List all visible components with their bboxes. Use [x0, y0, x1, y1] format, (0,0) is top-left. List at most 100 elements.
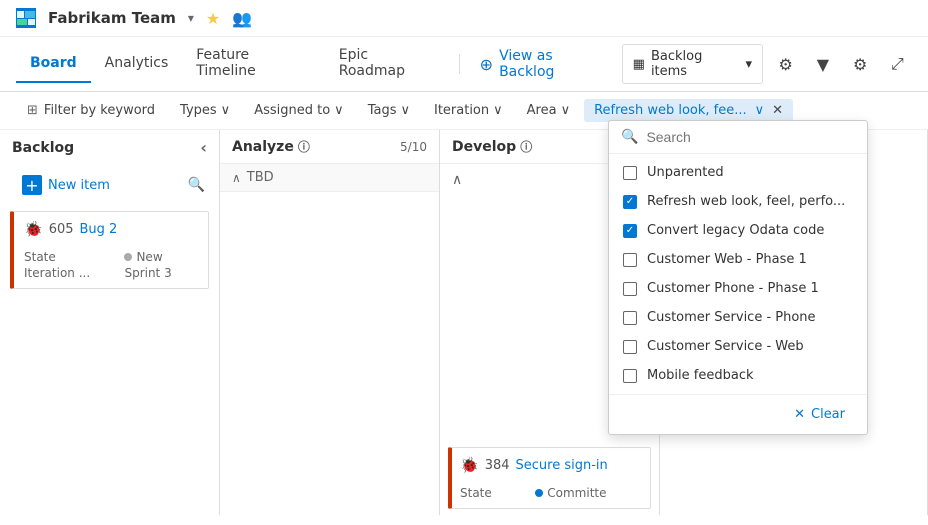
iteration-label: Iteration [434, 103, 489, 118]
tab-board[interactable]: Board [16, 45, 91, 83]
bug-icon-384: 🐞 [460, 456, 479, 474]
tbd-label: TBD [247, 170, 274, 185]
clear-icon: ✕ [794, 407, 805, 422]
item-384-meta: State Committe [460, 486, 642, 500]
item-605-id: 605 [49, 222, 74, 237]
develop-title: Develop [452, 139, 516, 155]
dropdown-item-label-5: Customer Service - Phone [647, 310, 816, 325]
dropdown-item[interactable]: Unparented [609, 158, 867, 187]
analyze-column-header: Analyze ⓘ 5/10 [220, 130, 439, 164]
state-label-605: State [24, 250, 116, 264]
checkbox-4[interactable] [623, 282, 637, 296]
area-caret-icon: ∨ [561, 103, 571, 118]
analyze-title: Analyze [232, 139, 294, 155]
checkbox-5[interactable] [623, 311, 637, 325]
active-filter-close-icon[interactable]: ✕ [772, 103, 783, 118]
checkbox-1[interactable]: ✓ [623, 195, 637, 209]
dropdown-item-label-3: Customer Web - Phase 1 [647, 252, 807, 267]
bug-icon-605: 🐞 [24, 220, 43, 238]
tags-filter[interactable]: Tags ∨ [358, 99, 420, 122]
tab-analytics[interactable]: Analytics [91, 45, 183, 83]
dropdown-footer: ✕ Clear [609, 394, 867, 434]
analyze-info-icon: ⓘ [298, 138, 310, 155]
types-filter[interactable]: Types ∨ [170, 99, 240, 122]
checkbox-0[interactable] [623, 166, 637, 180]
backlog-search-icon[interactable]: 🔍 [184, 173, 209, 197]
item-605-title[interactable]: Bug 2 [80, 222, 118, 237]
filter-icon[interactable]: ▼ [808, 49, 837, 79]
dropdown-item[interactable]: Customer Web - Phase 1 [609, 245, 867, 274]
backlog-items-label: Backlog items [651, 49, 740, 79]
dropdown-item[interactable]: ✓ Convert legacy Odata code [609, 216, 867, 245]
state-value-605: New [124, 250, 198, 264]
view-backlog-label: View as Backlog [499, 48, 610, 80]
iteration-value-605: Sprint 3 [124, 266, 198, 280]
dropdown-item-label-7: Mobile feedback [647, 368, 754, 383]
item-384-title[interactable]: Secure sign-in [516, 458, 608, 473]
filter-by-keyword[interactable]: ⊞ Filter by keyword [16, 98, 166, 123]
new-item-row: + New item 🔍 [0, 165, 219, 205]
item-384-wrapper: 🐞 384 Secure sign-in State Committe [440, 441, 659, 515]
settings-icon[interactable]: ⚙ [771, 49, 800, 79]
backlog-collapse-icon[interactable]: ‹ [200, 138, 207, 157]
dropdown-search-area: 🔍 [609, 121, 867, 154]
active-filter-caret-icon: ∨ [755, 103, 765, 118]
work-item-605[interactable]: 🐞 605 Bug 2 State New Iteration ... Spri… [10, 211, 209, 289]
dropdown-item[interactable]: Customer Service - Web [609, 332, 867, 361]
assigned-caret-icon: ∨ [334, 103, 344, 118]
new-item-button[interactable]: + New item [10, 169, 122, 201]
item-384-header: 🐞 384 Secure sign-in [460, 456, 642, 474]
checkbox-2[interactable]: ✓ [623, 224, 637, 238]
area-filter[interactable]: Area ∨ [517, 99, 580, 122]
work-item-384[interactable]: 🐞 384 Secure sign-in State Committe [448, 447, 651, 509]
backlog-items-caret-icon: ▾ [746, 57, 753, 72]
state-label-384: State [460, 486, 527, 500]
people-icon[interactable]: 👥 [232, 9, 252, 28]
state-dot-605 [124, 253, 132, 261]
backlog-items-button[interactable]: ▦ Backlog items ▾ [622, 44, 763, 84]
filter-funnel-icon: ⊞ [27, 103, 38, 118]
new-item-label: New item [48, 178, 110, 193]
assigned-to-filter[interactable]: Assigned to ∨ [244, 99, 354, 122]
tab-feature-timeline[interactable]: Feature Timeline [182, 37, 324, 91]
dropdown-item-label-2: Convert legacy Odata code [647, 223, 824, 238]
team-caret-icon[interactable]: ▾ [188, 11, 194, 25]
dropdown-item[interactable]: ✓Refresh web look, feel, perfo... [609, 187, 867, 216]
backlog-column: Backlog ‹ + New item 🔍 🐞 605 Bug 2 State… [0, 130, 220, 515]
iteration-filter[interactable]: Iteration ∨ [424, 99, 513, 122]
dropdown-item[interactable]: Customer Phone - Phase 1 [609, 274, 867, 303]
topbar: Fabrikam Team ▾ ★ 👥 [0, 0, 928, 37]
team-name[interactable]: Fabrikam Team [48, 9, 176, 27]
iteration-dropdown: 🔍 Unparented ✓Refresh web look, feel, per… [608, 120, 868, 435]
checkbox-6[interactable] [623, 340, 637, 354]
checkbox-7[interactable] [623, 369, 637, 383]
item-384-id: 384 [485, 458, 510, 473]
active-filter[interactable]: Refresh web look, fee... ∨ ✕ [584, 99, 793, 122]
tab-epic-roadmap[interactable]: Epic Roadmap [325, 37, 451, 91]
clear-button[interactable]: ✕ Clear [786, 403, 853, 426]
dropdown-search-icon: 🔍 [621, 129, 638, 145]
nav-tabs: Board Analytics Feature Timeline Epic Ro… [0, 37, 928, 92]
view-as-backlog-button[interactable]: ⊕ View as Backlog [468, 42, 622, 86]
analyze-column: Analyze ⓘ 5/10 ∧ TBD [220, 130, 440, 515]
new-item-plus-icon: + [22, 175, 42, 195]
state-value-384: Committe [535, 486, 642, 500]
dropdown-item-label-0: Unparented [647, 165, 724, 180]
expand-icon[interactable]: ⤢ [883, 49, 912, 79]
iteration-caret-icon: ∨ [493, 103, 503, 118]
view-backlog-icon: ⊕ [480, 55, 493, 74]
star-icon[interactable]: ★ [206, 9, 220, 28]
dropdown-item[interactable]: Customer Service - Phone [609, 303, 867, 332]
backlog-items-icon: ▦ [633, 57, 645, 72]
gear-icon[interactable]: ⚙ [846, 49, 875, 79]
iteration-label-605: Iteration ... [24, 266, 116, 280]
backlog-column-header: Backlog ‹ [0, 130, 219, 165]
checkbox-3[interactable] [623, 253, 637, 267]
assigned-to-label: Assigned to [254, 103, 330, 118]
develop-info-icon: ⓘ [520, 138, 532, 155]
team-icon [16, 8, 36, 28]
tbd-row[interactable]: ∧ TBD [220, 164, 439, 192]
dropdown-search-input[interactable] [646, 129, 855, 145]
dropdown-item[interactable]: Mobile feedback [609, 361, 867, 390]
backlog-title: Backlog [12, 140, 74, 156]
